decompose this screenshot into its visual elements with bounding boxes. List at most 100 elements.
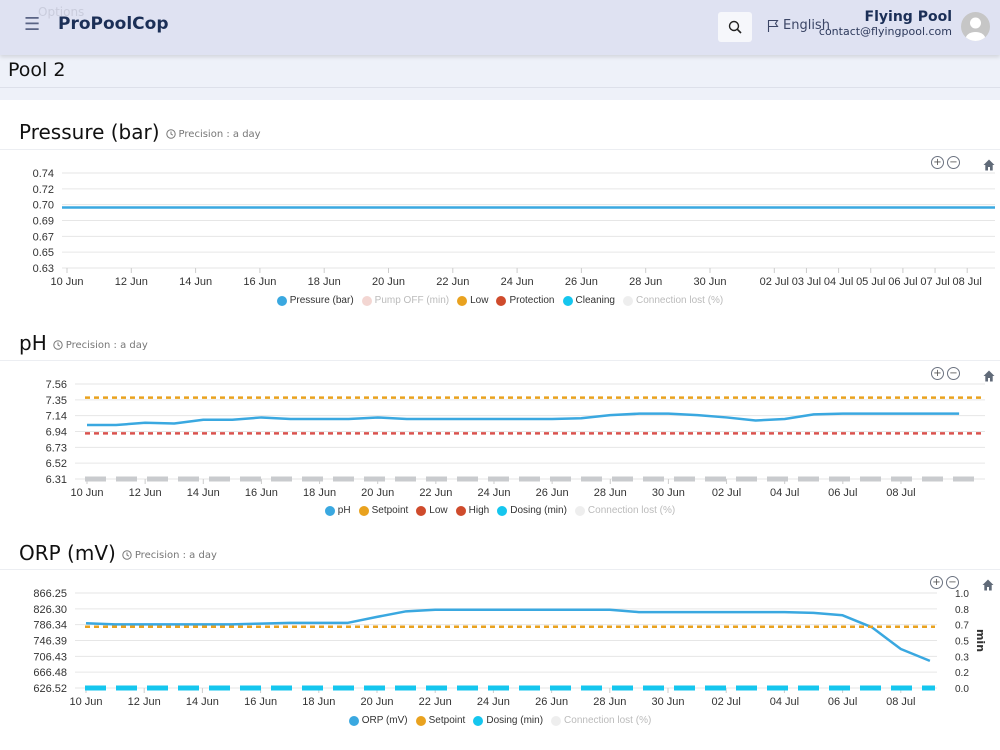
chart-legend: Pressure (bar) Pump OFF (min) Low Protectio… [0,295,1000,306]
x-tick-label: 20 Jun [360,696,393,708]
x-tick-label: 14 Jun [179,276,212,288]
search-button[interactable] [718,12,752,42]
y-tick-label: 826.30 [33,604,67,616]
x-tick-label: 12 Jun [129,487,162,499]
legend-item[interactable]: Setpoint [358,505,409,516]
x-tick-label: 08 Jul [886,487,915,499]
x-tick-label: 30 Jun [651,696,684,708]
user-info[interactable]: Flying Pool contact@flyingpool.com [819,9,952,38]
legend-marker [276,295,287,306]
legend-label: Cleaning [575,295,615,306]
legend-label: Low [429,505,448,516]
x-tick-label: 06 Jul [828,696,857,708]
y-tick-label: 0.74 [33,168,54,180]
x-tick-label: 04 Jul [770,696,799,708]
y2-axis-label: min [974,629,987,652]
y-tick-label: 0.70 [33,200,54,212]
legend-item[interactable]: Connection lost (%) [574,505,675,516]
y-tick-label: 0.69 [33,216,54,228]
legend-item[interactable]: Low [416,505,448,516]
x-tick-label: 05 Jul [856,276,885,288]
x-tick-label: 10 Jun [70,487,103,499]
x-tick-label: 02 Jul [712,696,741,708]
x-tick-label: 02 Jul [712,487,741,499]
precision-text: Precision : a day [134,549,217,561]
y-tick-label: 706.43 [33,651,67,663]
hamburger-menu-icon[interactable]: ☰ [24,14,40,35]
y2-tick-label: 0.7 [955,621,969,632]
avatar[interactable] [961,12,990,41]
x-tick-label: 22 Jun [419,696,452,708]
y-tick-label: 786.34 [33,620,67,632]
chart-title-text: ORP (mV) [19,541,116,565]
x-tick-label: 22 Jun [436,276,469,288]
x-tick-label: 14 Jun [187,487,220,499]
user-avatar-icon [965,17,986,41]
x-tick-label: 02 Jul [760,276,789,288]
search-icon [728,20,742,34]
y-tick-label: 7.14 [46,411,67,423]
precision-label: Precision : a day [53,340,148,351]
chart-title-text: pH [19,331,47,355]
top-bar: Options ☰ ProPoolCop English Flying Pool… [0,0,1000,55]
y2-tick-label: 0.0 [955,684,969,695]
y-tick-label: 6.94 [46,427,67,439]
y-tick-label: 7.56 [46,379,67,391]
x-tick-label: 28 Jun [629,276,662,288]
x-tick-label: 16 Jun [244,696,277,708]
legend-label: ORP (mV) [361,715,408,726]
legend-marker [622,295,633,306]
x-tick-label: 10 Jun [50,276,83,288]
legend-marker [562,295,573,306]
x-tick-label: 28 Jun [593,696,626,708]
y-tick-label: 6.73 [46,442,67,454]
precision-label: Precision : a day [122,550,217,561]
chart-title: pH Precision : a day [19,331,148,355]
chart-0: 0.74 0.72 0.70 0.69 0.67 0.65 0.6310 Jun 12 Jun… [33,168,995,288]
legend-item[interactable]: Connection lost (%) [551,715,651,726]
x-tick-label: 26 Jun [536,487,569,499]
x-tick-label: 14 Jun [186,696,219,708]
y-tick-label: 866.25 [33,588,67,600]
legend-item[interactable]: pH [324,505,351,516]
series-orp-mv [85,608,931,663]
legend-item[interactable]: Dosing (min) [473,715,543,726]
chart-title-text: Pressure (bar) [19,120,160,144]
clock-icon [122,550,132,560]
legend-item[interactable]: ORP (mV) [348,715,408,726]
legend-item[interactable]: Dosing (min) [497,505,567,516]
x-tick-label: 12 Jun [128,696,161,708]
chart-2: 866.25 1.0 826.30 0.8 786.34 0.7 746.39 0.5 706.… [33,588,987,708]
x-tick-label: 18 Jun [303,487,336,499]
legend-item[interactable]: Protection [496,295,555,306]
x-tick-label: 24 Jun [477,487,510,499]
legend-marker [457,295,468,306]
x-tick-label: 08 Jul [953,276,982,288]
legend-item[interactable]: Low [457,295,488,306]
legend-item[interactable]: Connection lost (%) [622,295,723,306]
legend-marker [415,715,426,726]
x-tick-label: 22 Jun [419,487,452,499]
flag-icon [767,19,779,32]
y2-tick-label: 0.2 [955,668,969,679]
legend-marker [324,505,335,516]
legend-marker [455,505,466,516]
legend-label: Setpoint [371,505,409,516]
x-tick-label: 30 Jun [652,487,685,499]
legend-item[interactable]: Setpoint [415,715,466,726]
legend-item[interactable]: High [455,505,489,516]
legend-label: Setpoint [428,715,466,726]
x-tick-label: 18 Jun [308,276,341,288]
y-tick-label: 6.31 [46,474,67,486]
legend-item[interactable]: Pump OFF (min) [361,295,449,306]
clock-icon [53,340,63,350]
legend-item[interactable]: Pressure (bar) [276,295,354,306]
x-tick-label: 24 Jun [477,696,510,708]
legend-label: Dosing (min) [486,715,544,726]
y-tick-label: 746.39 [33,636,67,648]
legend-label: Connection lost (%) [564,715,652,726]
brand-logo[interactable]: ProPoolCop [58,14,169,34]
legend-item[interactable]: Cleaning [562,295,615,306]
y-tick-label: 6.52 [46,458,67,470]
legend-marker [496,295,507,306]
